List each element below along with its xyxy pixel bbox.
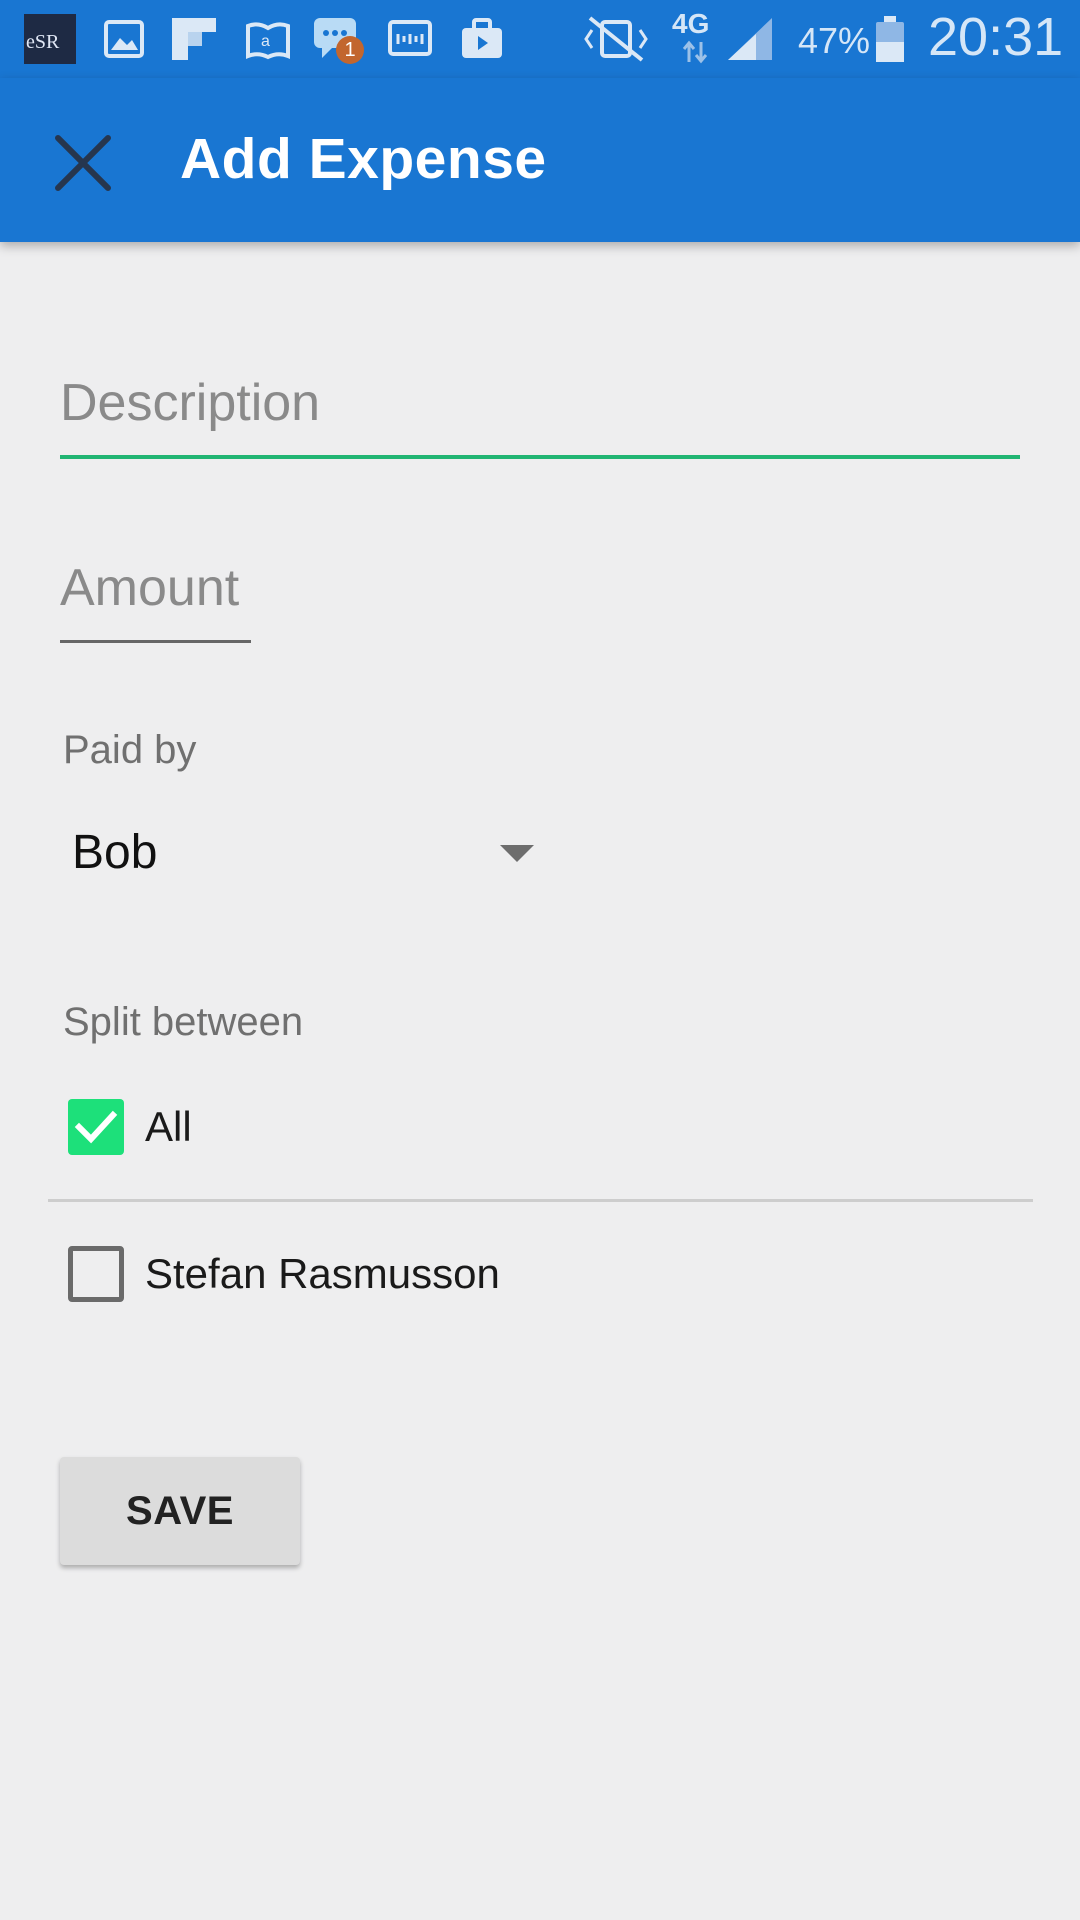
- network-type: 4G: [672, 8, 710, 39]
- split-option-label: Stefan Rasmusson: [145, 1250, 500, 1297]
- flipboard-icon: [170, 14, 220, 64]
- paid-by-selected-value: Bob: [72, 826, 158, 879]
- svg-text:eSR: eSR: [26, 31, 60, 53]
- checkbox-stefan[interactable]: [68, 1246, 124, 1302]
- app-bar: Add Expense: [0, 78, 1080, 242]
- signal-icon: [726, 14, 776, 64]
- dropdown-arrow-icon: [500, 845, 534, 862]
- split-between-label: Split between: [63, 1000, 304, 1044]
- description-underline: [60, 455, 1020, 459]
- status-bar: eSR a 1 4G 47% 20:31: [0, 0, 1080, 78]
- split-option-member[interactable]: Stefan Rasmusson: [68, 1246, 668, 1306]
- page-title: Add Expense: [180, 127, 547, 191]
- briefcase-icon: [458, 14, 506, 64]
- description-input[interactable]: [60, 368, 1020, 438]
- battery-icon: [874, 14, 906, 64]
- amount-underline: [60, 640, 251, 643]
- tv-icon: [386, 14, 434, 64]
- split-option-all[interactable]: All: [68, 1099, 468, 1159]
- paid-by-label: Paid by: [63, 728, 197, 772]
- divider: [48, 1199, 1033, 1202]
- data-arrows-icon: [680, 40, 710, 64]
- gallery-icon: [102, 14, 146, 64]
- svg-text:a: a: [261, 33, 270, 50]
- amount-input[interactable]: [60, 553, 252, 623]
- checkbox-all[interactable]: [68, 1099, 124, 1155]
- close-button[interactable]: [40, 120, 126, 206]
- amazon-kindle-icon: a: [244, 14, 292, 64]
- checkmark-icon: [74, 1110, 118, 1144]
- vibrate-mute-icon: [580, 14, 652, 64]
- app-logo-icon: eSR: [24, 14, 76, 64]
- split-option-label: All: [145, 1103, 192, 1150]
- clock: 20:31: [928, 7, 1064, 67]
- save-button[interactable]: SAVE: [60, 1457, 300, 1565]
- close-icon: [55, 135, 111, 191]
- paid-by-dropdown[interactable]: Bob: [60, 815, 540, 895]
- battery-percent: 47%: [798, 20, 871, 61]
- notification-badge: 1: [336, 36, 364, 64]
